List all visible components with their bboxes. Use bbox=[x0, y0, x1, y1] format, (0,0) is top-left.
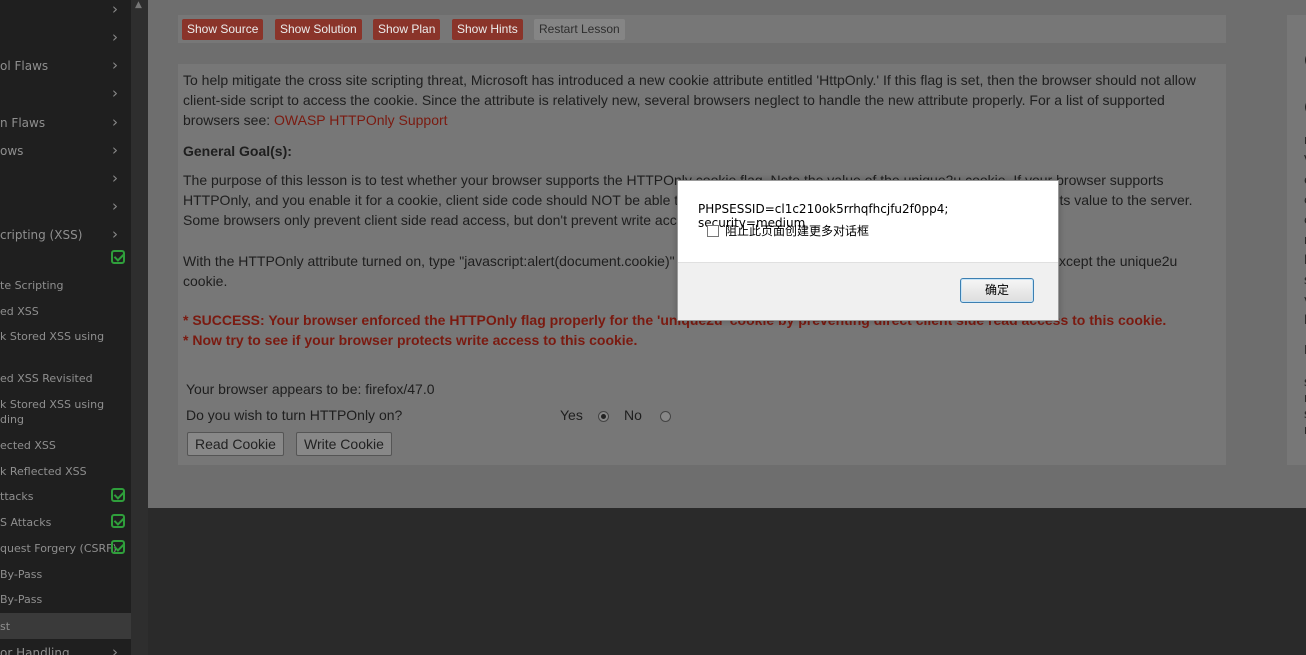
scroll-up-arrow-icon[interactable]: ▲ bbox=[135, 0, 142, 10]
right-panel-edge: ( ( n V e c c r l s v l F s r s r bbox=[1287, 15, 1306, 465]
sidebar-category-label: or Handling bbox=[0, 646, 70, 655]
sidebar-item-label: By-Pass bbox=[0, 568, 43, 581]
chevron-right-icon: › bbox=[112, 141, 118, 159]
show-plan-button[interactable]: Show Plan bbox=[373, 19, 441, 40]
suppress-dialogs-checkbox[interactable] bbox=[707, 225, 719, 237]
sidebar-scrollbar[interactable]: ▲ bbox=[131, 0, 148, 655]
write-access-message: * Now try to see if your browser protect… bbox=[183, 332, 638, 348]
suppress-dialogs-label[interactable]: 阻止此页面创建更多对话框 bbox=[725, 222, 869, 239]
lesson-sidebar: › › ol Flaws › › n Flaws › ows › › › cripti… bbox=[0, 0, 131, 655]
sidebar-category-label: ol Flaws bbox=[0, 59, 49, 73]
sidebar-item-label: ed XSS Revisited bbox=[0, 372, 93, 385]
read-cookie-button[interactable]: Read Cookie bbox=[187, 432, 284, 456]
no-label: No bbox=[624, 407, 642, 423]
show-hints-button[interactable]: Show Hints bbox=[452, 19, 523, 40]
sidebar-category[interactable]: › bbox=[0, 26, 131, 50]
browser-info: Your browser appears to be: firefox/47.0 bbox=[186, 381, 435, 397]
sidebar-category[interactable]: › bbox=[0, 195, 131, 219]
sidebar-item[interactable]: ed XSS bbox=[0, 304, 131, 320]
sidebar-item[interactable]: By-Pass bbox=[0, 592, 131, 608]
sidebar-item-label: ected XSS bbox=[0, 439, 56, 452]
chevron-right-icon: › bbox=[112, 56, 118, 74]
chevron-right-icon: › bbox=[112, 113, 118, 131]
lesson-toolbar: Show Source Show Solution Show Plan Show… bbox=[178, 15, 1226, 43]
sidebar-item-label: st bbox=[0, 620, 11, 633]
owasp-httponly-link[interactable]: OWASP HTTPOnly Support bbox=[274, 112, 448, 128]
show-solution-button[interactable]: Show Solution bbox=[275, 19, 362, 40]
chevron-right-icon: › bbox=[112, 169, 118, 187]
sidebar-category-access-control[interactable]: ol Flaws › bbox=[0, 54, 131, 78]
lesson-intro: To help mitigate the cross site scriptin… bbox=[183, 70, 1223, 130]
chevron-right-icon: › bbox=[112, 197, 118, 215]
sidebar-category-buffer-overflows[interactable]: ows › bbox=[0, 139, 131, 163]
restart-lesson-button[interactable]: Restart Lesson bbox=[534, 19, 625, 40]
write-cookie-button[interactable]: Write Cookie bbox=[296, 432, 392, 456]
completed-check-icon bbox=[111, 540, 125, 554]
sidebar-category-label: ows bbox=[0, 144, 24, 158]
sidebar-item[interactable]: k Stored XSS using ding bbox=[0, 397, 131, 429]
completed-check-icon bbox=[111, 488, 125, 502]
sidebar-item-label: ed XSS bbox=[0, 305, 39, 318]
sidebar-item[interactable]: By-Pass bbox=[0, 567, 131, 583]
chevron-right-icon: › bbox=[112, 225, 118, 243]
sidebar-category-label: cripting (XSS) bbox=[0, 228, 83, 242]
sidebar-item-active[interactable]: st bbox=[0, 613, 131, 639]
sidebar-category-auth-flaws[interactable]: n Flaws › bbox=[0, 111, 131, 135]
completed-check-icon bbox=[111, 250, 125, 264]
sidebar-item[interactable]: te Scripting bbox=[0, 278, 131, 294]
sidebar-item[interactable]: ected XSS bbox=[0, 438, 131, 454]
httponly-no-radio[interactable] bbox=[660, 411, 671, 422]
general-goal-heading: General Goal(s): bbox=[183, 143, 292, 159]
sidebar-item-label: k Stored XSS using Input bbox=[0, 330, 105, 343]
chevron-right-icon: › bbox=[112, 28, 118, 46]
sidebar-item-label: k Stored XSS using ding bbox=[0, 398, 105, 426]
chevron-right-icon: › bbox=[112, 0, 118, 18]
chevron-right-icon: › bbox=[112, 84, 118, 102]
sidebar-category-error-handling[interactable]: or Handling › bbox=[0, 641, 131, 655]
sidebar-item[interactable]: ed XSS Revisited bbox=[0, 371, 131, 387]
dialog-body: PHPSESSID=cl1c210ok5rrhqfhcjfu2f0pp4; se… bbox=[678, 181, 1058, 263]
ok-button[interactable]: 确定 bbox=[960, 278, 1034, 303]
sidebar-category[interactable]: › bbox=[0, 167, 131, 191]
yes-label: Yes bbox=[560, 407, 583, 423]
sidebar-category[interactable]: › bbox=[0, 0, 131, 22]
sidebar-category[interactable]: › bbox=[0, 82, 131, 106]
sidebar-item-label: te Scripting bbox=[0, 279, 64, 292]
chevron-right-icon: › bbox=[112, 643, 118, 655]
completed-check-icon bbox=[111, 514, 125, 528]
sidebar-item-label: k Reflected XSS bbox=[0, 465, 87, 478]
sidebar-category-label: n Flaws bbox=[0, 116, 46, 130]
httponly-yes-radio[interactable] bbox=[598, 411, 609, 422]
show-source-button[interactable]: Show Source bbox=[182, 19, 264, 40]
sidebar-item[interactable]: k Reflected XSS bbox=[0, 464, 131, 480]
alert-dialog: PHPSESSID=cl1c210ok5rrhqfhcjfu2f0pp4; se… bbox=[677, 180, 1059, 321]
httponly-question: Do you wish to turn HTTPOnly on? bbox=[186, 407, 403, 423]
sidebar-category-xss[interactable]: cripting (XSS) › bbox=[0, 223, 131, 247]
sidebar-item[interactable]: k Stored XSS using Input bbox=[0, 329, 131, 345]
sidebar-item-label: By-Pass bbox=[0, 593, 43, 606]
